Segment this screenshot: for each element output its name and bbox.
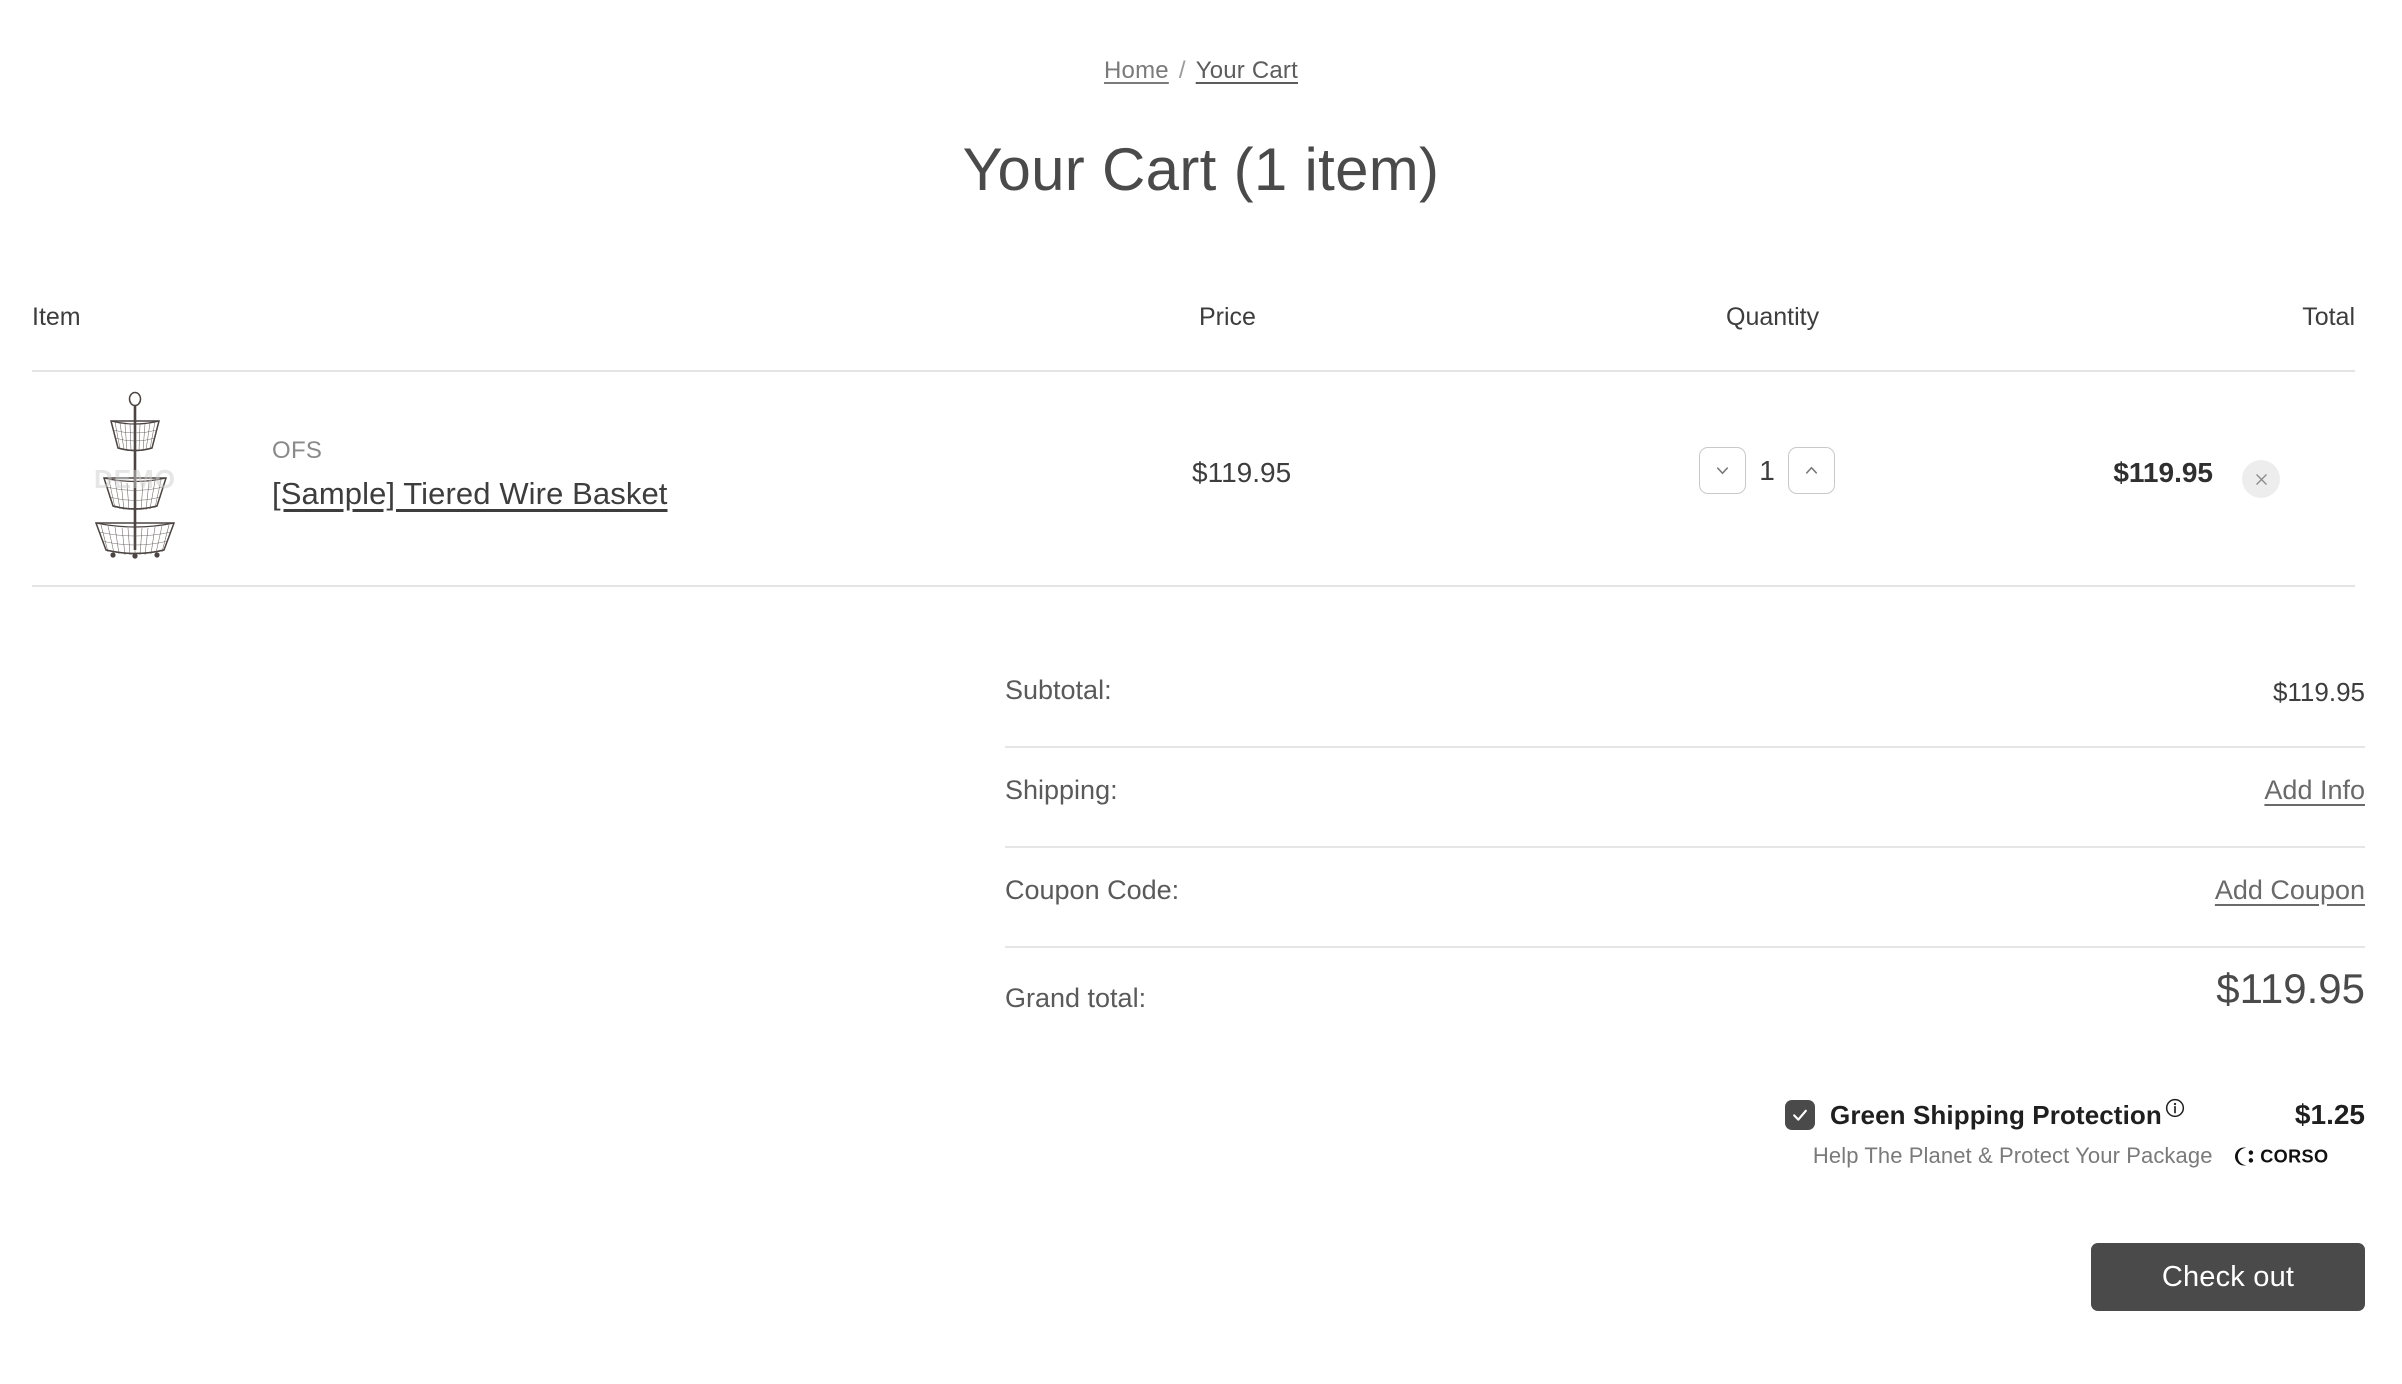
close-icon bbox=[2255, 473, 2267, 485]
add-shipping-info-link[interactable]: Add Info bbox=[2264, 775, 2365, 806]
page-title: Your Cart (1 item) bbox=[962, 136, 1440, 203]
subtotal-label: Subtotal: bbox=[1005, 675, 1112, 705]
grand-total-value: $119.95 bbox=[2216, 965, 2365, 1012]
grand-total-label: Grand total: bbox=[1005, 983, 1147, 1013]
checkmark-icon bbox=[1793, 1109, 1807, 1121]
shipping-protection-main-row: Green Shipping Protection $1.25 bbox=[1785, 1098, 2365, 1132]
shipping-protection-title: Green Shipping Protection bbox=[1830, 1099, 2162, 1130]
summary-row-shipping: Shipping: Add Info bbox=[1005, 748, 2365, 848]
svg-text:DEMO: DEMO bbox=[94, 464, 176, 494]
chevron-down-icon bbox=[1716, 467, 1729, 475]
product-line-total: $119.95 bbox=[2113, 457, 2213, 488]
add-coupon-link[interactable]: Add Coupon bbox=[2215, 875, 2365, 906]
column-header-item: Item bbox=[32, 303, 81, 331]
chevron-up-icon bbox=[1805, 466, 1818, 474]
quantity-decrease-button[interactable] bbox=[1699, 447, 1746, 494]
header-divider bbox=[32, 370, 2355, 372]
row-divider bbox=[32, 585, 2355, 587]
corso-logo: CORSO bbox=[2231, 1145, 2365, 1168]
quantity-increase-button[interactable] bbox=[1788, 447, 1835, 494]
column-header-price: Price bbox=[1199, 303, 1256, 331]
coupon-label: Coupon Code: bbox=[1005, 875, 1180, 905]
table-row: DEMO OFS [Sample] Tiered Wire Basket $11… bbox=[32, 385, 2365, 585]
shipping-protection-price: $1.25 bbox=[2294, 1099, 2365, 1130]
summary-row-subtotal: Subtotal: $119.95 bbox=[1005, 648, 2365, 748]
shipping-protection-subtitle: Help The Planet & Protect Your Package bbox=[1812, 1143, 2213, 1168]
column-header-total: Total bbox=[2302, 303, 2355, 331]
quantity-value[interactable]: 1 bbox=[1746, 455, 1788, 487]
shipping-protection-subrow: Help The Planet & Protect Your Package C… bbox=[1785, 1143, 2365, 1169]
info-circle-icon[interactable] bbox=[2165, 1098, 2185, 1118]
remove-item-button[interactable] bbox=[2242, 460, 2280, 498]
cart-summary: Subtotal: $119.95 Shipping: Add Info Cou… bbox=[1005, 648, 2365, 1058]
shipping-label: Shipping: bbox=[1005, 775, 1118, 805]
breadcrumb-separator: / bbox=[1178, 57, 1186, 84]
subtotal-value: $119.95 bbox=[2272, 677, 2365, 707]
column-header-quantity: Quantity bbox=[1726, 303, 1820, 331]
breadcrumb-home-link[interactable]: Home bbox=[1104, 57, 1169, 84]
summary-row-grand-total: Grand total: $119.95 bbox=[1005, 948, 2365, 1058]
product-name-link[interactable]: [Sample] Tiered Wire Basket bbox=[272, 476, 668, 512]
shipping-protection-checkbox[interactable] bbox=[1785, 1100, 1815, 1130]
breadcrumb-current[interactable]: Your Cart bbox=[1196, 57, 1298, 84]
shipping-protection-section: Green Shipping Protection $1.25 Help The… bbox=[1785, 1098, 2365, 1208]
quantity-stepper: 1 bbox=[1699, 447, 1835, 494]
breadcrumb: Home / Your Cart bbox=[0, 57, 2402, 85]
product-price: $119.95 bbox=[1192, 457, 1292, 488]
product-thumbnail[interactable]: DEMO bbox=[80, 390, 190, 560]
cart-page: Home / Your Cart Your Cart (1 item) Item P… bbox=[0, 0, 2402, 1384]
summary-row-coupon: Coupon Code: Add Coupon bbox=[1005, 848, 2365, 948]
cart-table-header: Item Price Quantity Total bbox=[32, 303, 2365, 343]
svg-text:CORSO: CORSO bbox=[2260, 1146, 2328, 1166]
product-brand: OFS bbox=[272, 437, 323, 464]
checkout-button[interactable]: Check out bbox=[2091, 1243, 2365, 1311]
